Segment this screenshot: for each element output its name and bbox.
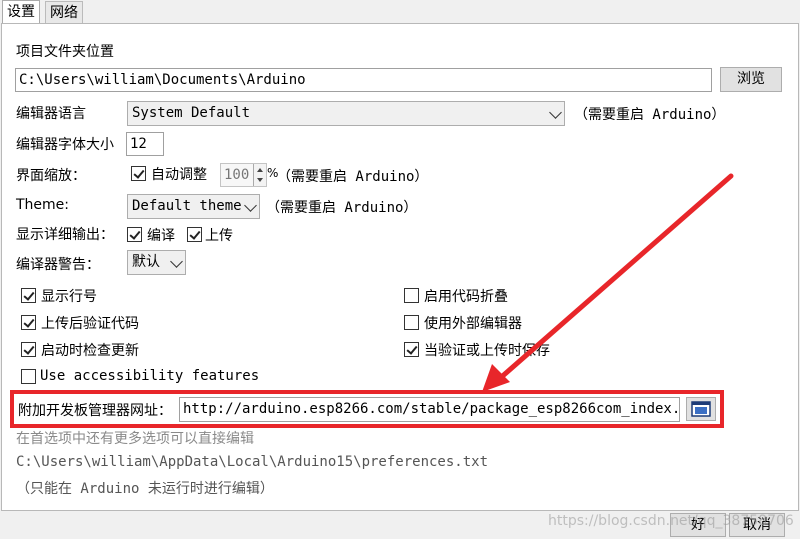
- verbose-upload-label: 上传: [205, 228, 233, 244]
- editor-language-select[interactable]: System Default: [127, 101, 565, 126]
- font-size-label: 编辑器字体大小: [16, 137, 114, 153]
- line-numbers-label: 显示行号: [41, 289, 97, 305]
- font-size-input[interactable]: 12: [126, 132, 164, 156]
- scale-spinner[interactable]: [253, 164, 266, 186]
- theme-value: Default theme: [132, 198, 242, 214]
- chevron-down-icon: [549, 105, 562, 119]
- editor-language-label: 编辑器语言: [16, 106, 86, 122]
- browse-button[interactable]: 浏览: [720, 67, 782, 92]
- editor-language-value: System Default: [132, 105, 251, 121]
- window-icon: [691, 401, 711, 417]
- verify-after-upload-label: 上传后验证代码: [41, 316, 139, 332]
- check-updates-checkbox[interactable]: [21, 342, 36, 357]
- theme-select[interactable]: Default theme: [127, 194, 260, 219]
- scale-percent-value: 100: [224, 167, 250, 183]
- chevron-down-icon: [170, 254, 183, 268]
- more-preferences-note: 在首选项中还有更多选项可以直接编辑: [16, 431, 254, 447]
- scale-restart-note: （需要重启 Arduino）: [277, 169, 429, 185]
- chevron-down-icon: [244, 198, 257, 212]
- sketchbook-label: 项目文件夹位置: [16, 44, 114, 60]
- accessibility-label: Use accessibility features: [40, 368, 260, 384]
- code-folding-label: 启用代码折叠: [424, 289, 508, 305]
- theme-label: Theme:: [16, 197, 70, 213]
- editor-language-restart-note: （需要重启 Arduino）: [574, 107, 726, 123]
- tab-strip: 设置 网络: [0, 0, 800, 25]
- auto-scale-checkbox[interactable]: [131, 166, 146, 181]
- accessibility-checkbox[interactable]: [21, 369, 36, 384]
- watermark-text: https://blog.csdn.net/qq_38758706: [548, 513, 794, 529]
- edit-while-closed-note: （只能在 Arduino 未运行时进行编辑）: [16, 481, 274, 497]
- code-folding-checkbox[interactable]: [404, 288, 419, 303]
- spinner-arrows-icon: [257, 168, 263, 182]
- preferences-file-path: C:\Users\william\AppData\Local\Arduino15…: [16, 454, 489, 470]
- save-on-verify-label: 当验证或上传时保存: [424, 343, 550, 359]
- tab-network[interactable]: 网络: [45, 1, 83, 24]
- verbose-output-label: 显示详细输出：: [16, 227, 114, 243]
- board-urls-input[interactable]: http://arduino.esp8266.com/stable/packag…: [179, 397, 680, 422]
- board-urls-edit-button[interactable]: [686, 397, 716, 421]
- sketchbook-path-input[interactable]: C:\Users\william\Documents\Arduino: [15, 68, 712, 92]
- verify-after-upload-checkbox[interactable]: [21, 315, 36, 330]
- save-on-verify-checkbox[interactable]: [404, 342, 419, 357]
- compiler-warnings-label: 编译器警告：: [16, 257, 100, 273]
- verbose-compile-label: 编译: [147, 228, 175, 244]
- compiler-warnings-value: 默认: [132, 254, 160, 270]
- verbose-compile-checkbox[interactable]: [127, 227, 142, 242]
- external-editor-label: 使用外部编辑器: [424, 316, 522, 332]
- compiler-warnings-select[interactable]: 默认: [127, 250, 186, 275]
- board-urls-label: 附加开发板管理器网址：: [18, 403, 172, 419]
- check-updates-label: 启动时检查更新: [41, 343, 139, 359]
- verbose-upload-checkbox[interactable]: [187, 227, 202, 242]
- theme-restart-note: （需要重启 Arduino）: [266, 200, 418, 216]
- interface-scale-label: 界面缩放：: [16, 168, 86, 184]
- auto-scale-label: 自动调整: [151, 167, 207, 183]
- external-editor-checkbox[interactable]: [404, 315, 419, 330]
- line-numbers-checkbox[interactable]: [21, 288, 36, 303]
- tab-settings[interactable]: 设置: [2, 0, 40, 25]
